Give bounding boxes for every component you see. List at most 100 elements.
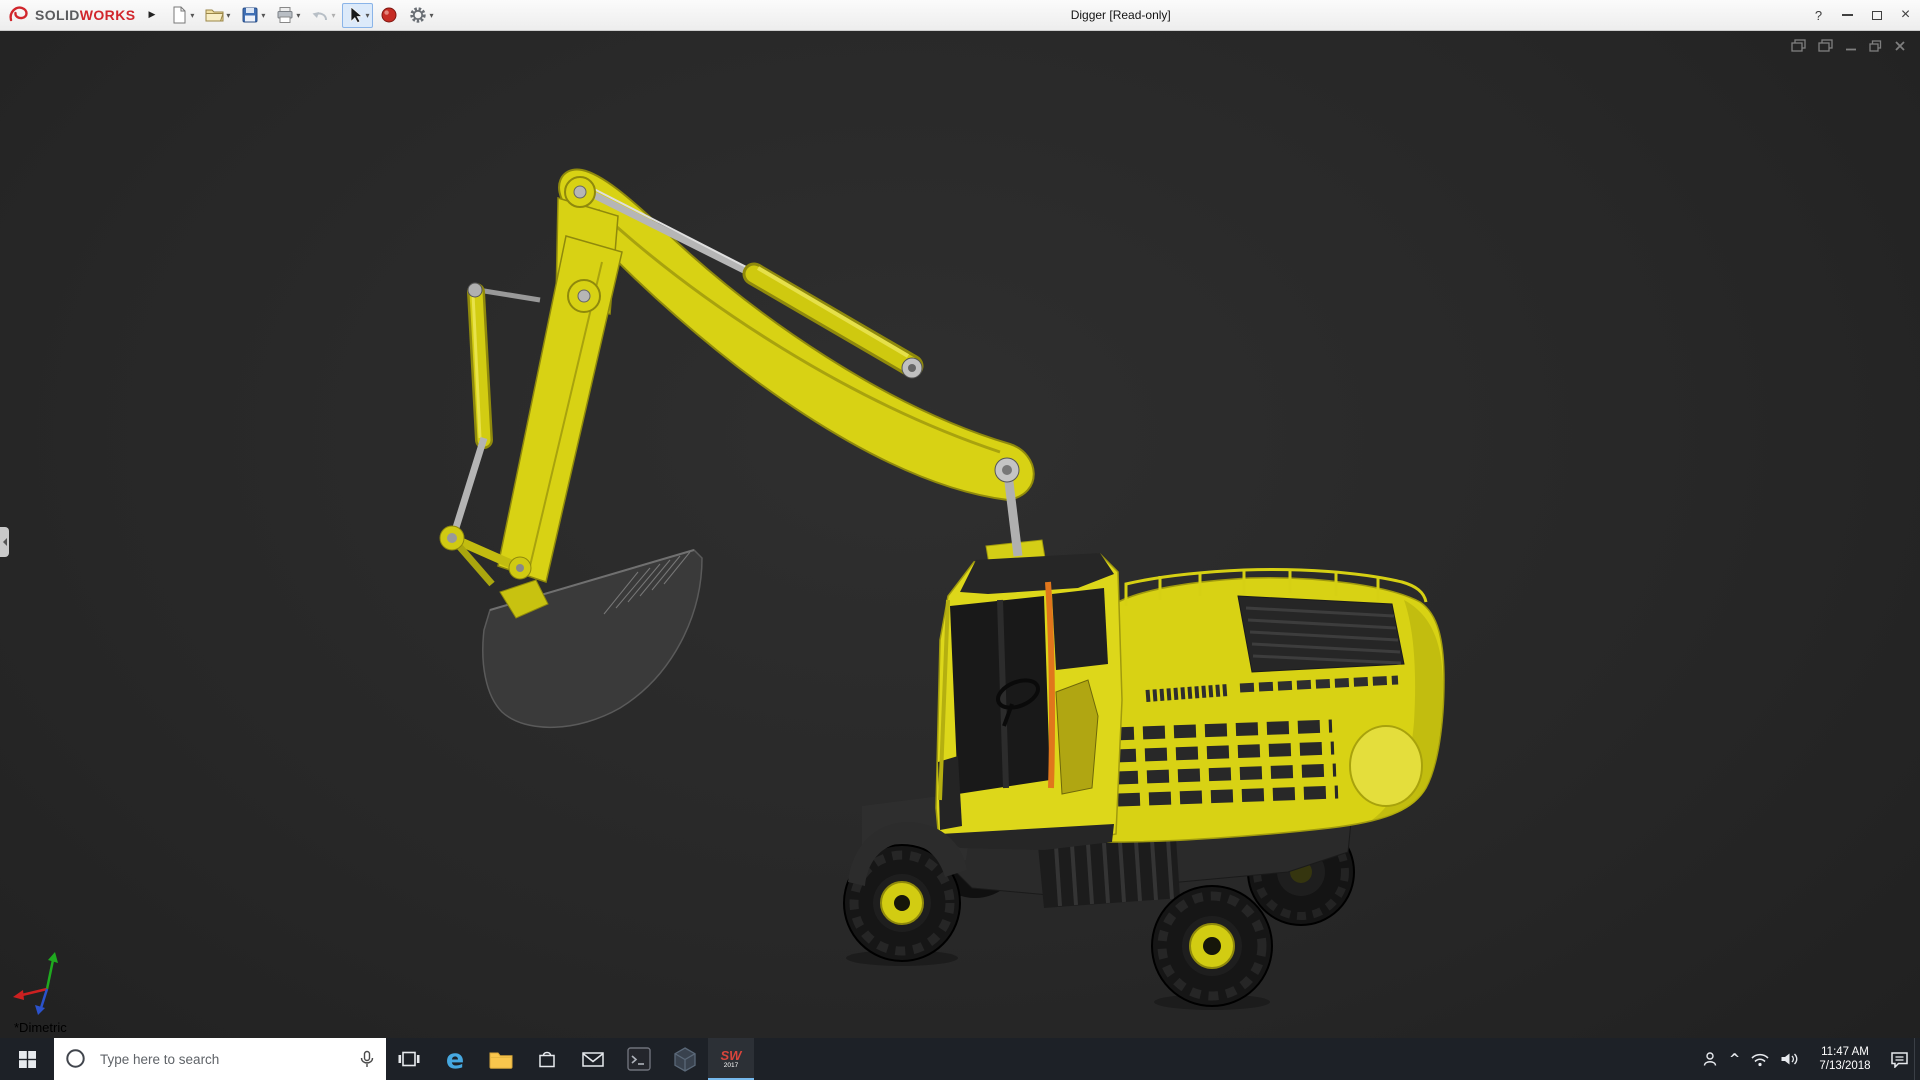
brand-text: SOLIDWORKS: [35, 7, 135, 23]
solidworks-logo: SOLIDWORKS: [0, 4, 141, 26]
taskbar-app-file-explorer[interactable]: [478, 1038, 524, 1080]
chevron-up-icon: ^: [1729, 1052, 1740, 1067]
action-center-icon: [1890, 1051, 1909, 1068]
people-button[interactable]: [1696, 1038, 1724, 1080]
cortana-icon: [65, 1048, 86, 1074]
graphics-viewport[interactable]: *Dimetric: [0, 31, 1920, 1038]
action-center-button[interactable]: [1885, 1038, 1914, 1080]
file-explorer-icon: [489, 1050, 513, 1069]
document-window-controls: [1791, 39, 1906, 52]
taskbar-app-solidworks[interactable]: SW 2017: [708, 1038, 754, 1080]
doc-close-icon[interactable]: [1894, 40, 1906, 52]
cube-app-icon: [673, 1047, 697, 1072]
tray-date: 7/13/2018: [1819, 1059, 1870, 1073]
print-button[interactable]: ▾: [272, 3, 304, 28]
taskbar-search[interactable]: [54, 1038, 386, 1080]
open-button[interactable]: ▾: [201, 3, 234, 28]
stick: [498, 236, 622, 582]
terminal-icon: [627, 1047, 651, 1071]
quick-access-toolbar: ▾ ▾ ▾ ▾: [162, 3, 437, 28]
edge-icon: e: [446, 1046, 464, 1073]
upper-body[interactable]: [1108, 569, 1444, 842]
cab-side-window: [1052, 588, 1108, 670]
clock[interactable]: 11:47 AM 7/13/2018: [1805, 1038, 1885, 1080]
new-document-button[interactable]: ▾: [166, 3, 198, 28]
solidworks-app-icon: SW 2017: [721, 1049, 742, 1070]
close-button[interactable]: ×: [1891, 0, 1920, 30]
undo-button[interactable]: ▾: [307, 3, 339, 28]
help-button[interactable]: ?: [1804, 0, 1833, 30]
taskbar-app-terminal[interactable]: [616, 1038, 662, 1080]
dropdown-caret-icon[interactable]: ▾: [429, 11, 433, 20]
dropdown-caret-icon[interactable]: ▾: [261, 11, 265, 20]
dropdown-caret-icon[interactable]: ▾: [331, 11, 335, 20]
minimize-button[interactable]: [1833, 0, 1862, 30]
taskbar: e SW 2017: [0, 1038, 1920, 1080]
panel-flyout-tab[interactable]: [0, 527, 9, 557]
x-axis-arrow[interactable]: [13, 990, 24, 1000]
volume-button[interactable]: [1775, 1038, 1805, 1080]
maximize-button[interactable]: [1862, 0, 1891, 30]
system-tray: ^ 11:47 AM 7/13/2018: [1696, 1038, 1920, 1080]
options-button[interactable]: ▾: [405, 3, 437, 28]
task-view-icon: [398, 1051, 420, 1067]
people-icon: [1701, 1051, 1719, 1067]
solidworks-logo-icon: [8, 4, 30, 26]
doc-cascade-icon[interactable]: [1818, 39, 1833, 52]
view-orientation-label: *Dimetric: [14, 1020, 67, 1035]
show-desktop-button[interactable]: [1914, 1038, 1920, 1080]
dropdown-caret-icon[interactable]: ▾: [190, 11, 194, 20]
excavator-model[interactable]: [440, 170, 1444, 1010]
select-cursor-icon: [346, 6, 363, 24]
window-controls: ? ×: [1804, 0, 1920, 31]
y-axis-arrow[interactable]: [48, 952, 58, 963]
open-folder-icon: [205, 6, 224, 24]
speaker-icon: [1780, 1051, 1800, 1067]
taskbar-app-cube[interactable]: [662, 1038, 708, 1080]
rear-panel: [1350, 726, 1422, 806]
dropdown-caret-icon[interactable]: ▾: [365, 11, 369, 20]
titlebar: SOLIDWORKS ▶ ▾ ▾ ▾: [0, 0, 1920, 31]
red-sphere-icon: [380, 6, 398, 24]
window-title: Digger [Read-only]: [437, 8, 1804, 22]
orientation-triad[interactable]: [13, 952, 58, 1015]
mail-icon: [582, 1051, 604, 1068]
network-button[interactable]: [1745, 1038, 1775, 1080]
boom: [559, 170, 1034, 500]
tray-expand-button[interactable]: ^: [1724, 1038, 1745, 1080]
minimize-icon: [1842, 14, 1853, 16]
select-tool-button[interactable]: ▾: [342, 3, 373, 28]
menu-expander-icon[interactable]: ▶: [141, 10, 162, 20]
microphone-icon[interactable]: [358, 1050, 376, 1073]
z-axis-arrow[interactable]: [35, 1005, 45, 1015]
new-document-icon: [170, 6, 188, 24]
tray-time: 11:47 AM: [1821, 1045, 1869, 1059]
undo-icon: [311, 7, 329, 23]
taskbar-app-mail[interactable]: [570, 1038, 616, 1080]
3d-scene: [0, 31, 1920, 1038]
taskbar-app-store[interactable]: [524, 1038, 570, 1080]
cab[interactable]: [936, 553, 1122, 850]
wheel-rear-left[interactable]: [1152, 886, 1272, 1006]
save-button[interactable]: ▾: [237, 3, 269, 28]
print-icon: [276, 6, 294, 24]
task-view-button[interactable]: [386, 1038, 432, 1080]
doc-minimize-icon[interactable]: [1845, 40, 1857, 52]
maximize-icon: [1872, 11, 1882, 20]
rebuild-button[interactable]: [376, 3, 402, 28]
dropdown-caret-icon[interactable]: ▾: [296, 11, 300, 20]
doc-new-window-icon[interactable]: [1791, 39, 1806, 52]
gear-icon: [409, 6, 427, 24]
bucket-cylinder-rod: [454, 438, 484, 534]
store-icon: [537, 1049, 557, 1069]
taskbar-app-edge[interactable]: e: [432, 1038, 478, 1080]
dropdown-caret-icon[interactable]: ▾: [226, 11, 230, 20]
close-icon: ×: [1901, 7, 1910, 23]
start-button[interactable]: [0, 1038, 54, 1080]
operator-seat: [1056, 680, 1098, 794]
windows-logo-icon: [19, 1051, 36, 1068]
network-icon: [1750, 1052, 1770, 1067]
search-input[interactable]: [54, 1038, 386, 1080]
save-floppy-icon: [241, 6, 259, 24]
doc-restore-icon[interactable]: [1869, 40, 1882, 52]
